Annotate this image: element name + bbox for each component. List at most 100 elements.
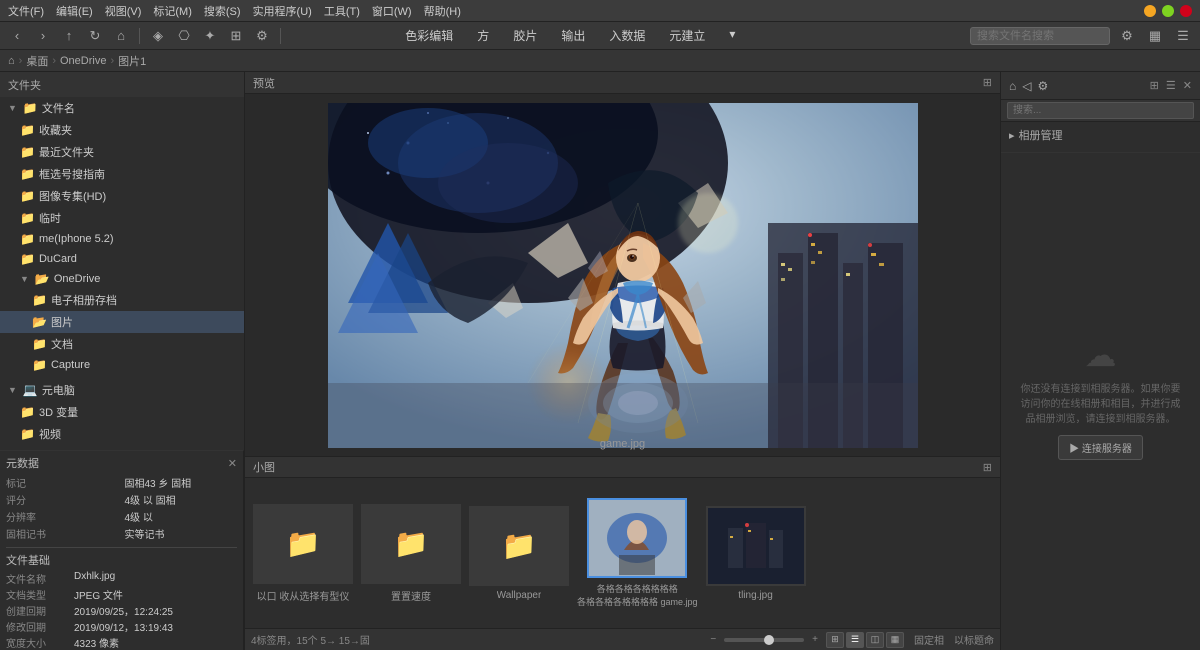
preview-expand-btn[interactable]: ⊞ <box>983 76 992 89</box>
folder-icon: 📁 <box>20 145 35 159</box>
panel-grid-icon[interactable]: ⊞ <box>1150 80 1159 92</box>
film-item-3[interactable]: 📁 Wallpaper <box>469 506 569 601</box>
sidebar-item-iphone[interactable]: 📁 me(Iphone 5.2) <box>0 229 244 249</box>
back-button[interactable]: ‹ <box>6 25 28 47</box>
panel-list-icon[interactable]: ☰ <box>1166 80 1176 92</box>
view-option-1[interactable]: 固定相 <box>914 632 944 647</box>
film-thumb-2[interactable]: 📁 <box>361 504 461 584</box>
film-thumb-3[interactable]: 📁 <box>469 506 569 586</box>
panel-arrow-icon[interactable]: ◁ <box>1022 79 1031 93</box>
toolbar-center-actions: 色彩编辑 方 胶片 输出 入数据 元建立 ▾ <box>401 25 739 46</box>
film-label-1: 以口 收从选择有型仪 <box>257 588 350 603</box>
sidebar-item-root[interactable]: ▼ 📁 文件名 <box>0 97 244 119</box>
maximize-button[interactable] <box>1162 5 1174 17</box>
sidebar-item-3d[interactable]: 📁 3D 变量 <box>0 401 244 423</box>
panel-close-icon[interactable]: ✕ <box>1183 80 1192 92</box>
forward-button[interactable]: › <box>32 25 54 47</box>
panel-settings-icon[interactable]: ⚙ <box>1037 79 1048 93</box>
menu-search[interactable]: 搜索(S) <box>204 3 241 19</box>
right-search-input[interactable] <box>1007 102 1194 119</box>
sidebar-item-favorites[interactable]: 📁 收藏夹 <box>0 119 244 141</box>
sidebar-item-album[interactable]: 📁 电子相册存档 <box>0 289 244 311</box>
filmstrip-expand-btn[interactable]: ⊞ <box>983 461 992 474</box>
sidebar-item-search[interactable]: 📁 框选号搜指南 <box>0 163 244 185</box>
breadcrumb-item-2[interactable]: OneDrive <box>60 55 106 67</box>
home-button[interactable]: ⌂ <box>110 25 132 47</box>
minimize-button[interactable] <box>1144 5 1156 17</box>
breadcrumb-item-1[interactable]: 桌面 <box>26 53 48 69</box>
film-item-2[interactable]: 📁 置置速度 <box>361 504 461 603</box>
tool1-btn[interactable]: 方 <box>473 25 493 46</box>
home-icon[interactable]: ⌂ <box>8 55 15 67</box>
tool4-btn[interactable]: 入数据 <box>605 25 649 46</box>
film-item-1[interactable]: 📁 以口 收从选择有型仪 <box>253 504 353 603</box>
menu-help[interactable]: 帮助(H) <box>424 3 461 19</box>
meta-field-label: 创建回期 <box>6 603 66 618</box>
metadata-close-btn[interactable]: ✕ <box>228 457 237 470</box>
menu-edit[interactable]: 编辑(E) <box>56 3 93 19</box>
folder-icon: 📁 <box>20 167 35 181</box>
color-edit-btn[interactable]: 色彩编辑 <box>401 25 457 46</box>
sidebar-item-onedrive[interactable]: ▼ 📂 OneDrive <box>0 269 244 289</box>
tool-btn-2[interactable]: ⎔ <box>173 25 195 47</box>
close-button[interactable] <box>1180 5 1192 17</box>
sidebar-item-capture[interactable]: 📁 Capture <box>0 355 244 375</box>
sidebar-item-docs[interactable]: 📁 文档 <box>0 333 244 355</box>
sidebar-item-temp[interactable]: 📁 临时 <box>0 207 244 229</box>
sidebar-item-hd[interactable]: 📁 图像专集(HD) <box>0 185 244 207</box>
menu-window[interactable]: 窗口(W) <box>372 3 412 19</box>
refresh-button[interactable]: ↻ <box>84 25 106 47</box>
tool-btn-3[interactable]: ✦ <box>199 25 221 47</box>
meta-field-label: 文档类型 <box>6 587 66 602</box>
tool3-btn[interactable]: 输出 <box>557 25 589 46</box>
tool2-btn[interactable]: 胶片 <box>509 25 541 46</box>
film-item-4[interactable]: 各格各格各格格格格 各格各格各格格格格 game.jpg <box>577 498 698 608</box>
file-info-title: 文件基础 <box>6 547 237 568</box>
menu-file[interactable]: 文件(F) <box>8 3 44 19</box>
tool-btn-5[interactable]: ⚙ <box>251 25 273 47</box>
breadcrumb-item-3[interactable]: 图片1 <box>118 53 146 69</box>
filmstrip[interactable]: 📁 以口 收从选择有型仪 📁 置置速度 📁 Wallpaper <box>245 478 1000 628</box>
tool5-btn[interactable]: 元建立 <box>665 25 709 46</box>
view-detail-btn[interactable]: ◫ <box>866 632 884 648</box>
computer-icon: 💻 <box>23 383 38 397</box>
panel-home-icon[interactable]: ⌂ <box>1009 79 1016 93</box>
meta-field-label: 修改回期 <box>6 619 66 634</box>
folder-active-icon: 📂 <box>32 315 47 329</box>
film-thumb-1[interactable]: 📁 <box>253 504 353 584</box>
menu-view[interactable]: 视图(V) <box>105 3 142 19</box>
film-thumb-5[interactable] <box>706 506 806 586</box>
sidebar-item-pictures[interactable]: 📂 图片 <box>0 311 244 333</box>
sidebar-item-video[interactable]: 📁 视频 <box>0 423 244 445</box>
film-item-5[interactable]: tling.jpg <box>706 506 806 601</box>
film-thumb-image-4 <box>589 500 685 576</box>
layout-btn[interactable]: ▦ <box>1144 25 1166 47</box>
tool5-expand[interactable]: ▾ <box>725 25 739 46</box>
sidebar-item-ducard[interactable]: 📁 DuCard <box>0 249 244 269</box>
tool-btn-1[interactable]: ◈ <box>147 25 169 47</box>
sidebar-item-label: 视频 <box>39 426 61 442</box>
sidebar-item-recent[interactable]: 📁 最近文件夹 <box>0 141 244 163</box>
menu-tools[interactable]: 工具(T) <box>324 3 360 19</box>
search-input[interactable] <box>970 27 1110 45</box>
up-button[interactable]: ↑ <box>58 25 80 47</box>
grid-btn[interactable]: ☰ <box>1172 25 1194 47</box>
view-list-btn[interactable]: ☰ <box>846 632 864 648</box>
sidebar-scroll[interactable]: ▼ 📁 文件名 📁 收藏夹 📁 最近文件夹 📁 框选号搜指南 📁 图像专集(HD… <box>0 97 244 450</box>
view-large-btn[interactable]: ▦ <box>886 632 904 648</box>
view-option-2[interactable]: 以标题命 <box>954 632 994 647</box>
film-thumb-4-active[interactable] <box>587 498 687 578</box>
settings-btn[interactable]: ⚙ <box>1116 25 1138 47</box>
folder-icon: 📁 <box>20 427 35 441</box>
zoom-slider[interactable] <box>724 638 804 642</box>
zoom-in-icon[interactable]: + <box>812 634 818 645</box>
zoom-out-icon[interactable]: − <box>710 634 716 645</box>
menu-mark[interactable]: 标记(M) <box>153 3 192 19</box>
folder-icon: 📁 <box>20 252 35 266</box>
sidebar-item-computer[interactable]: ▼ 💻 元电脑 <box>0 379 244 401</box>
menu-utility[interactable]: 实用程序(U) <box>253 3 312 19</box>
image-preview[interactable]: game.jpg <box>245 94 1000 456</box>
connect-server-button[interactable]: ▶ 连接服务器 <box>1058 435 1143 460</box>
view-grid-btn[interactable]: ⊞ <box>826 632 844 648</box>
tool-btn-4[interactable]: ⊞ <box>225 25 247 47</box>
